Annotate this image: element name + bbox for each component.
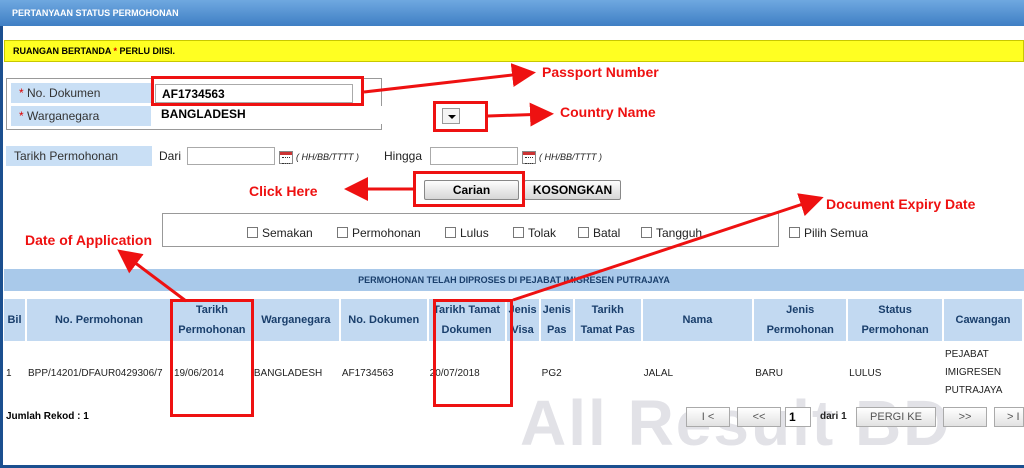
table-cell: PG2 bbox=[541, 367, 562, 379]
clear-button[interactable]: KOSONGKAN bbox=[524, 180, 621, 200]
doc-number-label: * No. Dokumen bbox=[11, 83, 151, 103]
record-count: Jumlah Rekod : 1 bbox=[6, 411, 89, 422]
filter-tolak[interactable]: Tolak bbox=[513, 226, 556, 240]
checkbox-icon[interactable] bbox=[641, 227, 652, 238]
date-from-label: Dari bbox=[159, 149, 182, 163]
nationality-label: * Warganegara bbox=[11, 106, 151, 126]
column-header: Jenis Permohonan bbox=[753, 299, 849, 341]
column-header: Tarikh Tamat Pas bbox=[573, 299, 643, 341]
page-total: dari 1 bbox=[820, 411, 847, 422]
table-cell bbox=[506, 341, 540, 405]
checkbox-icon[interactable] bbox=[789, 227, 800, 238]
annotation-country-name: Country Name bbox=[560, 104, 656, 120]
column-header: Warganegara bbox=[251, 299, 341, 341]
table-cell: 19/06/2014 bbox=[173, 367, 224, 379]
filter-lulus[interactable]: Lulus bbox=[445, 226, 489, 240]
page-input[interactable]: 1 bbox=[785, 407, 811, 427]
column-header: No. Permohonan bbox=[25, 299, 173, 341]
table-header-row: Bil No. Permohonan Tarikh Permohonan War… bbox=[4, 299, 1024, 341]
page-title: PERTANYAAN STATUS PERMOHONAN bbox=[0, 0, 1024, 26]
results-section-title: PERMOHONAN TELAH DIPROSES DI PEJABAT IMI… bbox=[4, 269, 1024, 291]
checkbox-icon[interactable] bbox=[513, 227, 524, 238]
search-button[interactable]: Carian bbox=[424, 180, 519, 200]
date-format-hint: ( HH/BB/TTTT ) bbox=[539, 152, 602, 162]
date-format-hint: ( HH/BB/TTTT ) bbox=[296, 152, 359, 162]
first-page-button[interactable]: I < bbox=[686, 407, 730, 427]
table-cell: LULUS bbox=[849, 367, 882, 379]
results-table: Bil No. Permohonan Tarikh Permohonan War… bbox=[4, 299, 1024, 405]
checkbox-icon[interactable] bbox=[578, 227, 589, 238]
nationality-select[interactable]: BANGLADESH bbox=[155, 106, 455, 124]
date-to-input[interactable] bbox=[430, 147, 518, 165]
table-row[interactable]: 1 BPP/14201/DFAUR0429306/7 19/06/2014 BA… bbox=[4, 341, 1023, 405]
goto-page-button[interactable]: PERGI KE bbox=[856, 407, 936, 427]
table-cell: BANGLADESH bbox=[253, 367, 323, 379]
calendar-icon[interactable] bbox=[279, 151, 293, 164]
application-date-label: Tarikh Permohonan bbox=[6, 146, 152, 166]
table-cell: 20/07/2018 bbox=[429, 367, 480, 379]
table-cell: PEJABAT IMIGRESEN PUTRAJAYA bbox=[945, 349, 1003, 396]
required-fields-note: RUANGAN BERTANDA * PERLU DIISI. bbox=[4, 40, 1024, 62]
table-cell: BARU bbox=[755, 367, 784, 379]
required-note-prefix: RUANGAN BERTANDA bbox=[13, 46, 114, 56]
table-cell: BPP/14201/DFAUR0429306/7 bbox=[27, 367, 163, 379]
column-header: Tarikh Tamat Dokumen bbox=[427, 299, 507, 341]
column-header: No. Dokumen bbox=[339, 299, 429, 341]
column-header: Status Permohonan bbox=[847, 299, 945, 341]
table-cell: 1 bbox=[6, 367, 12, 379]
doc-number-input[interactable]: AF1734563 bbox=[155, 84, 353, 103]
table-cell: AF1734563 bbox=[341, 367, 394, 379]
filter-permohonan[interactable]: Permohonan bbox=[337, 226, 421, 240]
column-header: Nama bbox=[641, 299, 755, 341]
chevron-down-icon[interactable] bbox=[442, 108, 460, 124]
required-note-suffix: PERLU DIISI. bbox=[117, 46, 176, 56]
annotation-click-here: Click Here bbox=[249, 183, 318, 199]
column-header: Cawangan bbox=[943, 299, 1024, 341]
calendar-icon[interactable] bbox=[522, 151, 536, 164]
column-header: Tarikh Permohonan bbox=[171, 299, 253, 341]
annotation-passport-number: Passport Number bbox=[542, 64, 659, 80]
checkbox-icon[interactable] bbox=[445, 227, 456, 238]
filter-semakan[interactable]: Semakan bbox=[247, 226, 313, 240]
column-header: Bil bbox=[4, 299, 27, 341]
date-to-label: Hingga bbox=[384, 149, 423, 163]
prev-page-button[interactable]: << bbox=[737, 407, 781, 427]
column-header: Jenis Pas bbox=[539, 299, 575, 341]
filter-batal[interactable]: Batal bbox=[578, 226, 620, 240]
date-from-input[interactable] bbox=[187, 147, 275, 165]
column-header: Jenis Visa bbox=[505, 299, 541, 341]
annotation-expiry-date: Document Expiry Date bbox=[826, 196, 976, 212]
table-cell bbox=[574, 341, 642, 405]
last-page-button[interactable]: > I bbox=[994, 407, 1024, 427]
annotation-application-date: Date of Application bbox=[25, 232, 153, 248]
checkbox-icon[interactable] bbox=[337, 227, 348, 238]
select-all-checkbox[interactable]: Pilih Semua bbox=[789, 226, 868, 240]
table-cell: JALAL bbox=[643, 367, 674, 379]
next-page-button[interactable]: >> bbox=[943, 407, 987, 427]
checkbox-icon[interactable] bbox=[247, 227, 258, 238]
filter-tangguh[interactable]: Tangguh bbox=[641, 226, 702, 240]
